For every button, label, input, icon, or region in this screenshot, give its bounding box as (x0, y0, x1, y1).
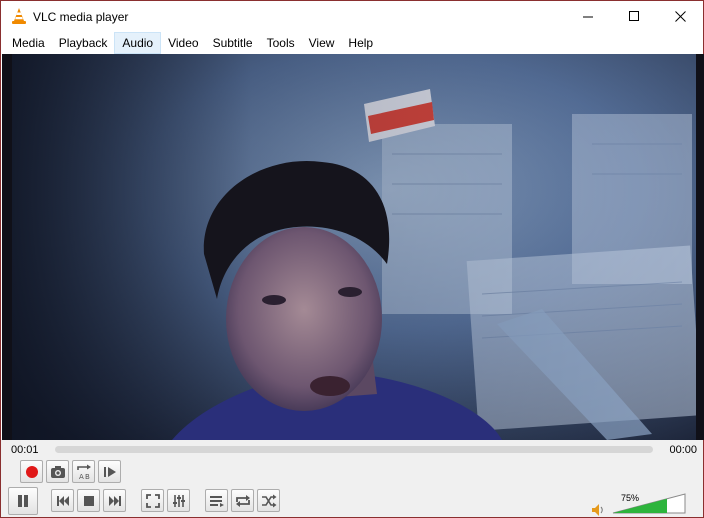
seek-row: 00:01 00:00 (1, 440, 703, 460)
maximize-icon (628, 11, 639, 21)
loop-button[interactable] (231, 489, 254, 512)
loop-ab-button[interactable]: A B (72, 460, 95, 483)
menu-subtitle[interactable]: Subtitle (206, 32, 260, 54)
menu-bar: Media Playback Audio Video Subtitle Tool… (1, 32, 703, 54)
close-icon (674, 11, 686, 22)
pause-button[interactable] (8, 487, 38, 515)
stop-button[interactable] (77, 489, 100, 512)
record-icon (25, 465, 38, 478)
video-area[interactable] (2, 54, 704, 440)
pause-icon (18, 495, 28, 507)
window-title: VLC media player (33, 10, 129, 24)
record-button[interactable] (20, 460, 43, 483)
camera-icon (50, 465, 65, 478)
vlc-cone-icon (12, 8, 26, 24)
menu-media[interactable]: Media (5, 32, 52, 54)
menu-audio[interactable]: Audio (114, 32, 162, 54)
shuffle-icon (261, 494, 276, 507)
vlc-window: VLC media player Media Playback Audio Vi… (0, 0, 704, 518)
loop-ab-icon: A B (76, 464, 91, 480)
frame-step-button[interactable] (98, 460, 121, 483)
total-time: 00:00 (669, 444, 697, 456)
webcam-frame-image (12, 54, 696, 440)
menu-tools[interactable]: Tools (260, 32, 302, 54)
svg-text:B: B (85, 473, 90, 480)
menu-view[interactable]: View (302, 32, 342, 54)
minimize-button[interactable] (565, 1, 611, 32)
playlist-button[interactable] (205, 489, 228, 512)
seek-slider[interactable] (55, 446, 653, 453)
playlist-icon (209, 495, 224, 507)
frame-step-icon (103, 466, 116, 477)
menu-video[interactable]: Video (161, 32, 205, 54)
equalizer-icon (172, 494, 185, 507)
controls-panel: A B 75% (1, 460, 703, 517)
fullscreen-icon (145, 493, 160, 508)
stop-icon (83, 495, 94, 506)
previous-button[interactable] (51, 489, 74, 512)
minimize-icon (582, 16, 593, 18)
fullscreen-button[interactable] (141, 489, 164, 512)
elapsed-time: 00:01 (11, 444, 39, 456)
close-button[interactable] (657, 1, 703, 32)
svg-text:A: A (79, 473, 84, 480)
video-frame (12, 54, 696, 440)
maximize-button[interactable] (611, 1, 657, 32)
speaker-icon[interactable] (591, 503, 605, 517)
volume-slider[interactable] (612, 493, 686, 514)
menu-help[interactable]: Help (341, 32, 380, 54)
menu-playback[interactable]: Playback (52, 32, 115, 54)
extended-settings-button[interactable] (167, 489, 190, 512)
skip-previous-icon (56, 495, 69, 506)
loop-icon (235, 494, 250, 507)
skip-next-icon (108, 495, 121, 506)
snapshot-button[interactable] (46, 460, 69, 483)
shuffle-button[interactable] (257, 489, 280, 512)
title-bar: VLC media player (1, 1, 703, 32)
next-button[interactable] (103, 489, 126, 512)
